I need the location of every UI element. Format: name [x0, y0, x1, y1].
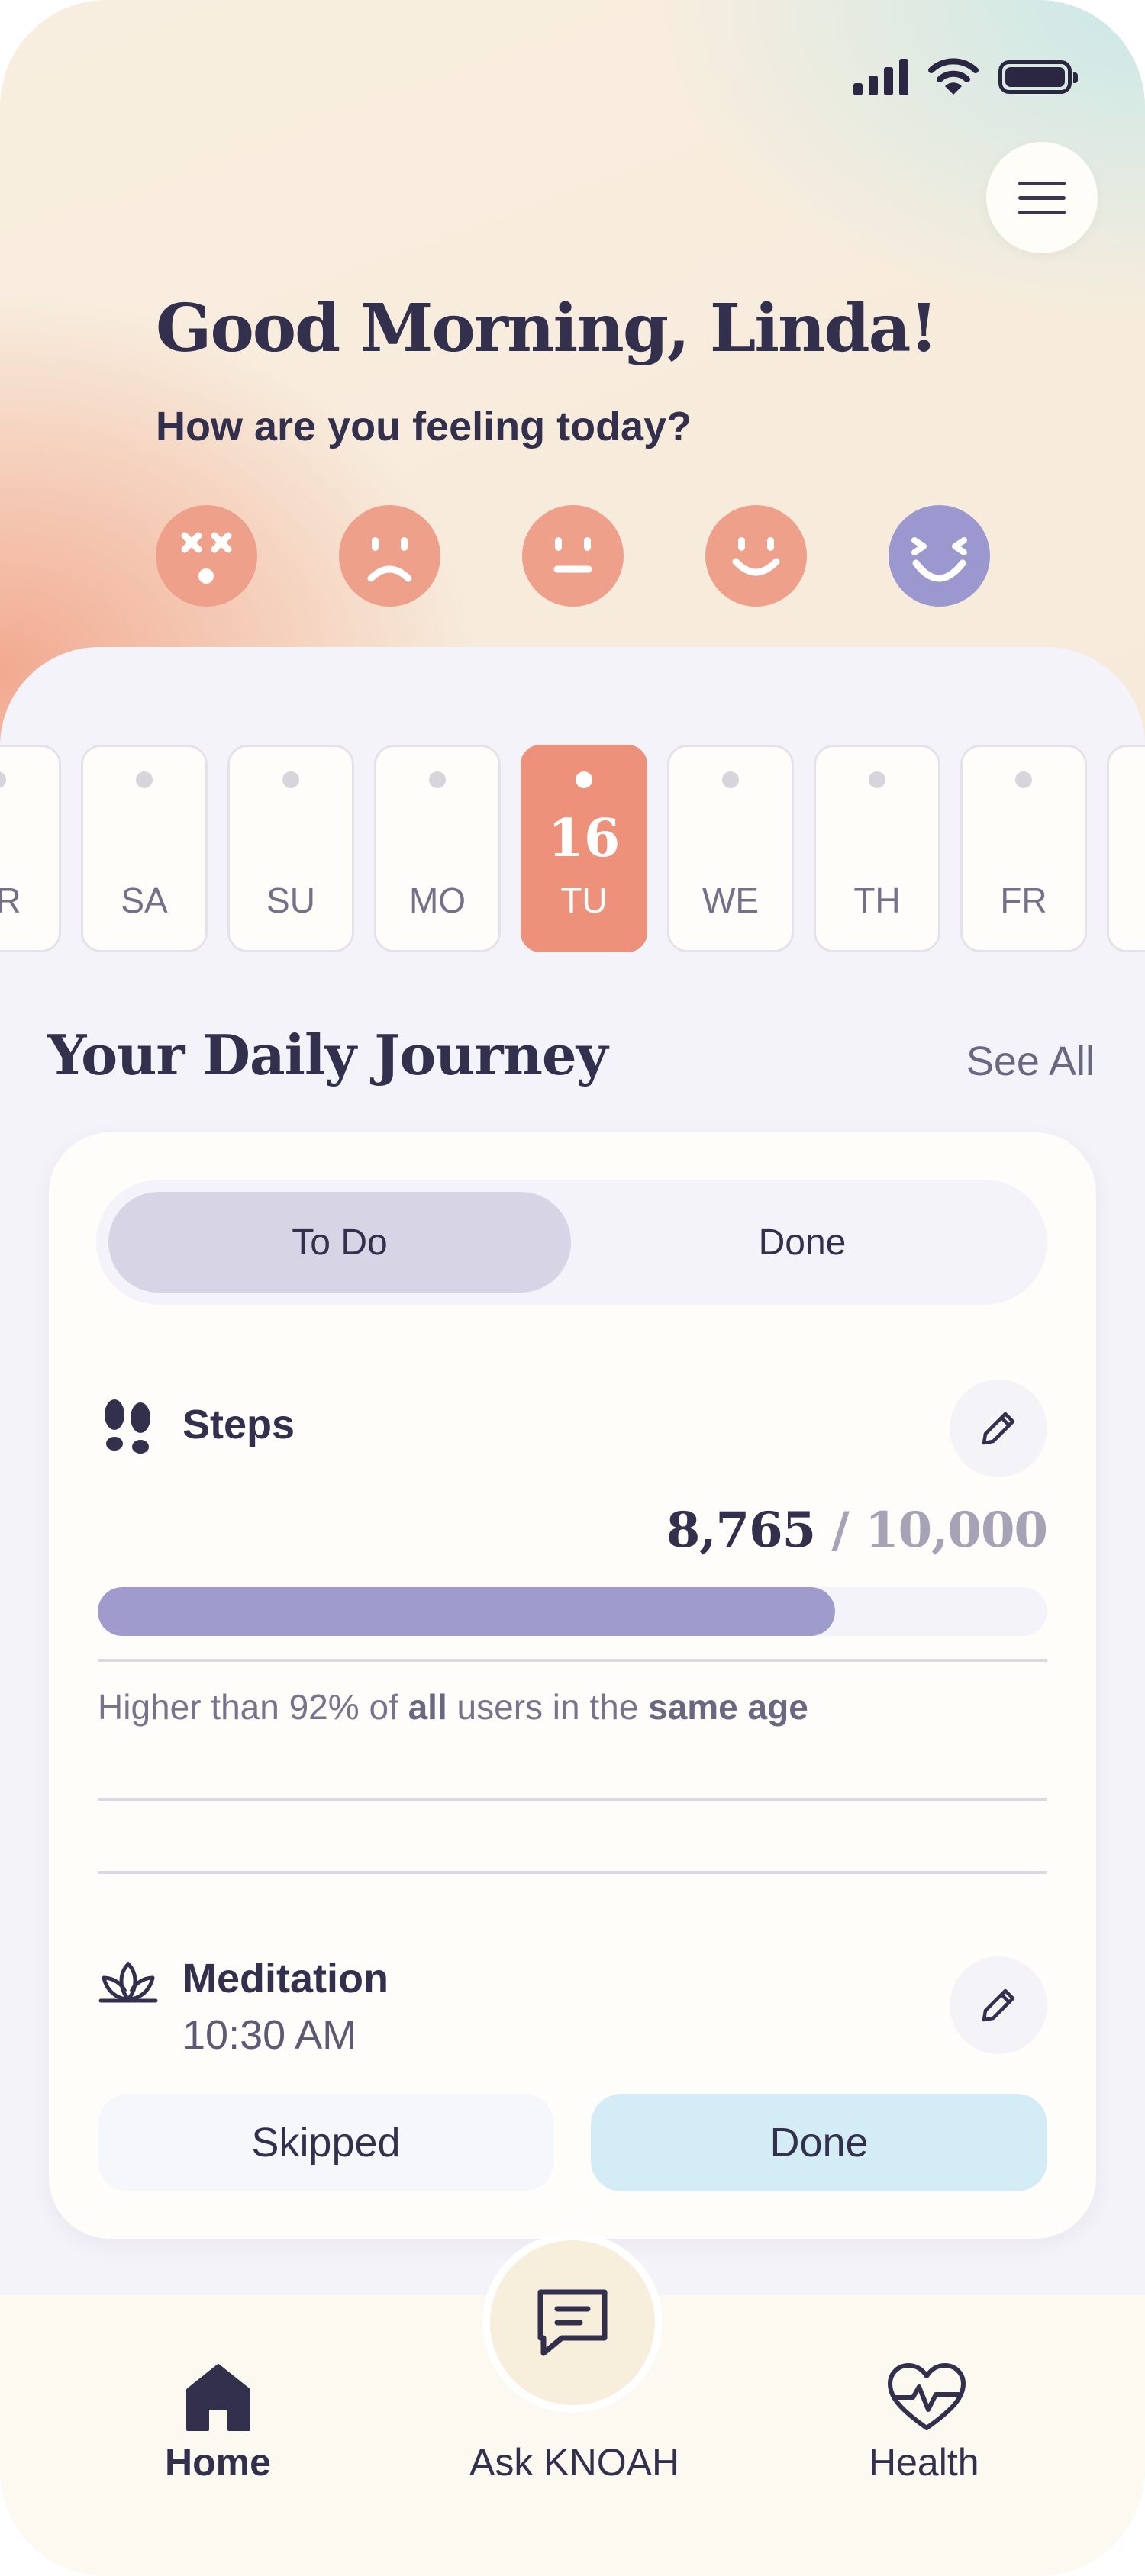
meditation-done-button[interactable]: Done	[591, 2094, 1047, 2191]
home-icon	[186, 2364, 250, 2431]
steps-separator: /	[831, 1502, 849, 1559]
daily-journey-card: To Do Done Steps 8,765 / 10,000 Higher t…	[49, 1132, 1096, 2239]
mood-very-happy-button[interactable]	[889, 505, 990, 607]
day-label: SU	[266, 881, 315, 920]
meditation-time: 10:30 AM	[182, 2012, 357, 2058]
daily-journey-title: Your Daily Journey	[47, 1022, 608, 1087]
calendar-day-sa[interactable]: SA	[1107, 745, 1145, 952]
mood-sad-button[interactable]	[339, 505, 440, 607]
hamburger-menu-icon	[1018, 181, 1066, 185]
day-label: TU	[560, 881, 608, 920]
greeting-title: Good Morning, Linda!	[156, 290, 938, 367]
day-indicator-dot	[869, 771, 885, 788]
mood-question: How are you feeling today?	[156, 404, 692, 449]
neutral-face-icon	[553, 537, 592, 573]
nav-health[interactable]: Health	[869, 2440, 979, 2484]
week-day-strip: FR SA SU MO 16 TU WE TH FR SA	[0, 745, 1145, 952]
day-indicator-dot	[0, 771, 6, 788]
battery-icon	[998, 60, 1078, 94]
calendar-day-we[interactable]: WE	[667, 745, 794, 952]
steps-comparison-text: Higher than 92% of all users in the same…	[98, 1687, 808, 1727]
nav-home[interactable]: Home	[165, 2440, 271, 2484]
edit-steps-button[interactable]	[950, 1380, 1047, 1477]
tab-to-do[interactable]: To Do	[108, 1192, 571, 1293]
divider	[98, 1659, 1047, 1662]
steps-label: Steps	[182, 1402, 295, 1447]
mood-neutral-button[interactable]	[522, 505, 624, 607]
day-date: 16	[547, 808, 621, 869]
footprints-icon	[105, 1399, 150, 1454]
meditation-label: Meditation	[182, 1956, 389, 2001]
meditation-skipped-button[interactable]: Skipped	[98, 2094, 554, 2191]
day-label: TH	[853, 881, 901, 920]
status-bar	[853, 58, 1078, 96]
very-happy-face-icon	[911, 537, 967, 582]
day-indicator-dot	[576, 771, 592, 788]
phone-screen: Good Morning, Linda! How are you feeling…	[0, 0, 1145, 2576]
ask-knoah-button[interactable]	[482, 2233, 663, 2413]
calendar-day-tu[interactable]: 16 TU	[521, 745, 647, 952]
chat-message-icon	[537, 2289, 608, 2356]
nav-ask-knoah[interactable]: Ask KNOAH	[469, 2440, 679, 2484]
day-label: FR	[1000, 881, 1047, 920]
todo-done-toggle: To Do Done	[96, 1180, 1047, 1305]
tab-done[interactable]: Done	[571, 1192, 1034, 1293]
calendar-day-sa[interactable]: SA	[81, 745, 208, 952]
divider	[98, 1798, 1047, 1801]
day-indicator-dot	[1015, 771, 1032, 788]
edit-meditation-button[interactable]	[950, 1956, 1047, 2054]
calendar-day-th[interactable]: TH	[814, 745, 940, 952]
wifi-icon	[928, 58, 979, 95]
day-indicator-dot	[722, 771, 739, 788]
mood-happy-button[interactable]	[705, 505, 807, 607]
calendar-day-fr[interactable]: FR	[0, 745, 61, 952]
divider	[98, 1871, 1047, 1874]
day-indicator-dot	[429, 771, 446, 788]
sad-face-icon	[367, 537, 412, 582]
mood-selector	[156, 505, 990, 607]
mood-awful-button[interactable]	[156, 505, 257, 607]
happy-face-icon	[732, 537, 780, 576]
see-all-link[interactable]: See All	[966, 1038, 1095, 1085]
calendar-day-su[interactable]: SU	[227, 745, 354, 952]
day-label: SA	[1109, 880, 1145, 921]
day-indicator-dot	[282, 771, 299, 788]
steps-progress-bar	[98, 1587, 1047, 1636]
day-label: WE	[702, 881, 760, 920]
heart-pulse-icon	[888, 2363, 966, 2430]
lotus-icon	[98, 1961, 158, 2003]
awful-face-icon	[181, 532, 232, 584]
day-label: SA	[121, 881, 168, 920]
calendar-day-mo[interactable]: MO	[374, 745, 501, 952]
steps-count: 8,765 / 10,000	[666, 1502, 1048, 1559]
steps-current: 8,765	[666, 1502, 816, 1559]
steps-goal: 10,000	[865, 1502, 1048, 1559]
menu-button[interactable]	[986, 142, 1098, 253]
cellular-signal-icon	[853, 59, 908, 95]
pencil-icon	[982, 1988, 1015, 2022]
day-indicator-dot	[136, 771, 153, 788]
day-label: MO	[408, 881, 466, 920]
steps-progress-fill	[98, 1587, 835, 1636]
calendar-day-fr[interactable]: FR	[960, 745, 1087, 952]
day-label: FR	[0, 881, 21, 920]
pencil-icon	[982, 1412, 1015, 1445]
